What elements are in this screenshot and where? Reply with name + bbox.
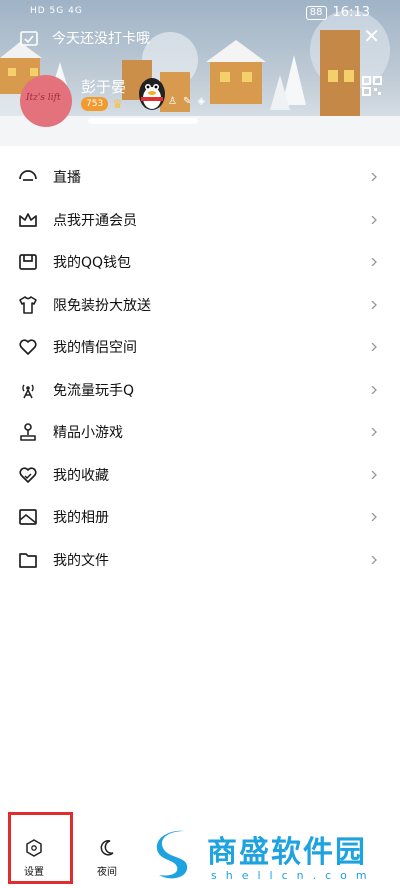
menu-item-label: 我的情侣空间 xyxy=(53,340,137,357)
menu-item-label: 我的收藏 xyxy=(53,467,109,484)
badge-row: 753 ♛ xyxy=(81,97,123,111)
status-bar: HD 5G 4G 88 16:13 xyxy=(0,4,400,24)
network-indicator: HD 5G 4G xyxy=(30,6,83,16)
badge-icon-1[interactable]: ♙ xyxy=(168,96,177,107)
crown-icon xyxy=(19,212,37,227)
menu-item-wallet[interactable]: 我的QQ钱包 xyxy=(0,241,400,284)
night-label: 夜间 xyxy=(97,867,117,878)
chevron-right-icon xyxy=(371,300,377,309)
menu-item-label: 免流量玩手Q xyxy=(53,382,135,399)
qr-code-icon[interactable] xyxy=(362,76,382,96)
settings-label: 设置 xyxy=(24,867,44,878)
chevron-right-icon xyxy=(371,428,377,437)
bottom-bar: 设置 夜间 商盛软件园 shellcn.com xyxy=(0,805,400,888)
album-icon xyxy=(19,509,37,526)
joystick-icon xyxy=(20,423,36,442)
clock: 16:13 xyxy=(332,5,370,20)
menu-item-label: 限免装扮大放送 xyxy=(53,297,151,314)
folder-icon xyxy=(19,552,37,568)
chevron-right-icon xyxy=(371,470,377,479)
avatar-text: Itz's lift xyxy=(26,93,61,103)
chevron-right-icon xyxy=(371,258,377,267)
avatar[interactable]: Itz's lift xyxy=(20,75,72,127)
battery-icon: 88 xyxy=(305,5,327,20)
calendar-check-icon xyxy=(20,31,38,46)
nickname[interactable]: 彭于晏 xyxy=(81,76,126,97)
menu-item-minigames[interactable]: 精品小游戏 xyxy=(0,411,400,454)
status-right: 88 16:13 xyxy=(305,5,370,20)
live-icon xyxy=(19,170,37,182)
checkin-text: 今天还没打卡哦 xyxy=(52,31,150,47)
menu-item-vip[interactable]: 点我开通会员 xyxy=(0,199,400,242)
menu-item-label: 我的相册 xyxy=(53,510,109,527)
menu-item-label: 点我开通会员 xyxy=(53,212,137,229)
settings-hexagon-icon xyxy=(26,839,42,857)
watermark: 商盛软件园 shellcn.com xyxy=(155,825,395,885)
chevron-right-icon xyxy=(371,173,377,182)
menu-item-live[interactable]: 直播 xyxy=(0,156,400,199)
qq-penguin-icon[interactable] xyxy=(134,74,170,112)
night-mode-button[interactable]: 夜间 xyxy=(97,839,117,878)
menu-item-album[interactable]: 我的相册 xyxy=(0,496,400,539)
watermark-name: 商盛软件园 xyxy=(207,835,367,870)
checkin-button[interactable]: 今天还没打卡哦 xyxy=(20,28,150,48)
menu-item-free-data[interactable]: 免流量玩手Q xyxy=(0,369,400,412)
menu-item-couple[interactable]: 我的情侣空间 xyxy=(0,326,400,369)
drawer-menu: 直播 点我开通会员 我的QQ钱包 限免装扮大放送 我的情侣空间 免流量玩手Q 精… xyxy=(0,156,400,581)
chevron-right-icon xyxy=(371,385,377,394)
watermark-url: shellcn.com xyxy=(211,869,376,882)
badge-icons: ♙ ✎ ◈ xyxy=(168,96,205,107)
antenna-icon xyxy=(22,384,34,399)
signature-redacted xyxy=(88,118,198,124)
chevron-right-icon xyxy=(371,513,377,522)
settings-button[interactable]: 设置 xyxy=(24,839,44,878)
menu-item-label: 我的QQ钱包 xyxy=(53,255,132,272)
heart-icon xyxy=(19,339,37,356)
shirt-icon xyxy=(19,295,37,314)
close-icon[interactable]: ✕ xyxy=(363,26,380,46)
menu-item-label: 直播 xyxy=(53,170,81,187)
wallet-icon xyxy=(19,254,37,271)
moon-icon xyxy=(100,840,114,856)
profile-header: HD 5G 4G 88 16:13 今天还没打卡哦 ✕ Itz's lift 彭… xyxy=(0,0,400,146)
menu-item-label: 精品小游戏 xyxy=(53,425,123,442)
chevron-right-icon xyxy=(371,555,377,564)
level-badge[interactable]: 753 xyxy=(81,97,109,111)
watermark-logo-icon xyxy=(156,830,188,879)
menu-item-label: 我的文件 xyxy=(53,552,109,569)
chevron-right-icon xyxy=(371,215,377,224)
badge-icon-2[interactable]: ✎ xyxy=(183,96,191,107)
vip-crown-icon[interactable]: ♛ xyxy=(112,97,123,111)
badge-icon-3[interactable]: ◈ xyxy=(197,96,205,107)
menu-item-files[interactable]: 我的文件 xyxy=(0,539,400,582)
menu-item-favorites[interactable]: 我的收藏 xyxy=(0,454,400,497)
menu-item-dressup[interactable]: 限免装扮大放送 xyxy=(0,284,400,327)
heart-star-icon xyxy=(19,467,37,483)
chevron-right-icon xyxy=(371,343,377,352)
